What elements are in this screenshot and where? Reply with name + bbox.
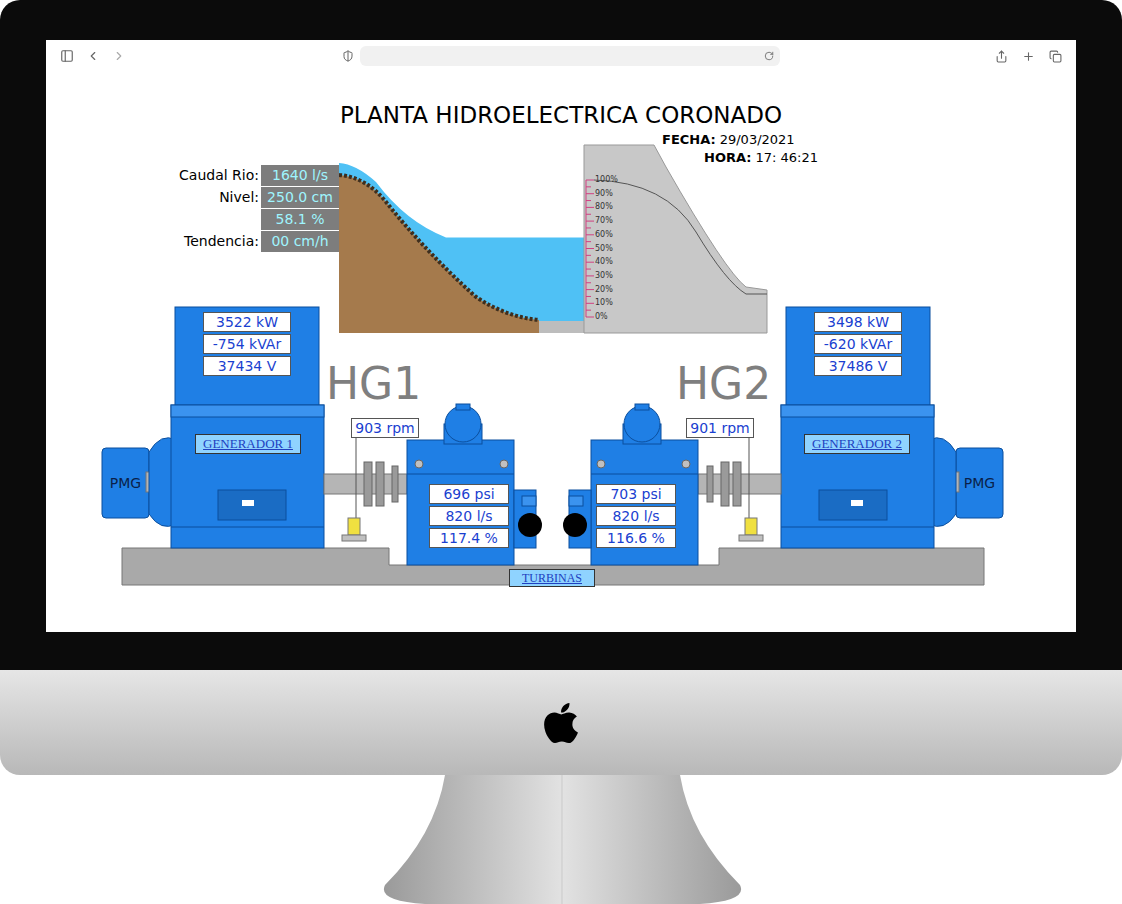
privacy-shield-icon[interactable]: [342, 50, 354, 62]
turbines-label[interactable]: TURBINAS: [509, 569, 595, 587]
river-label: Nivel:: [219, 187, 259, 208]
reactive-power: -754 kVAr: [203, 334, 291, 354]
generator-readings: 3522 kW-754 kVAr37434 V: [203, 312, 291, 376]
browser-window: PLANTA HIDROELECTRICA CORONADOFECHA:29/0…: [46, 40, 1076, 632]
river-value: 250.0 cm: [261, 187, 339, 208]
scada-diagram: PLANTA HIDROELECTRICA CORONADOFECHA:29/0…: [46, 72, 1076, 632]
scale-label: 100%: [595, 175, 618, 185]
unit-name: HG1: [326, 362, 421, 406]
river-row: Caudal Rio:1640 l/s: [106, 165, 339, 186]
turbine-readings: 703 psi820 l/s116.6 %: [596, 484, 676, 548]
address-bar[interactable]: [360, 46, 780, 66]
speed-reading: 901 rpm: [686, 418, 754, 438]
river-readings: Caudal Rio:1640 l/sNivel:250.0 cm58.1 %T…: [106, 165, 339, 252]
browser-toolbar: [46, 40, 1076, 72]
turbine-readings: 696 psi820 l/s117.4 %: [429, 484, 509, 548]
pressure: 703 psi: [596, 484, 676, 504]
reload-icon[interactable]: [764, 51, 774, 61]
scale-tick: [586, 193, 594, 194]
generator-readings: 3498 kW-620 kVAr37486 V: [814, 312, 902, 376]
back-icon[interactable]: [86, 49, 100, 63]
forward-icon[interactable]: [112, 49, 126, 63]
generator-label[interactable]: GENERADOR 1: [195, 434, 301, 454]
plant-title: PLANTA HIDROELECTRICA CORONADO: [46, 98, 1076, 133]
window-buttons: [962, 50, 1062, 63]
generator-label[interactable]: GENERADOR 2: [804, 434, 910, 454]
scale-tick: [586, 275, 594, 276]
river-value: 00 cm/h: [261, 231, 339, 252]
monitor: PLANTA HIDROELECTRICA CORONADOFECHA:29/0…: [0, 0, 1122, 670]
plant-drawing: [46, 72, 1076, 632]
scale-label: 20%: [595, 285, 613, 295]
active-power: 3498 kW: [814, 312, 902, 332]
address-area: [160, 46, 962, 66]
scale-label: 60%: [595, 230, 613, 240]
opening: 117.4 %: [429, 528, 509, 548]
pressure: 696 psi: [429, 484, 509, 504]
voltage: 37434 V: [203, 356, 291, 376]
scale-label: 0%: [595, 312, 608, 322]
time: HORA:17: 46:21: [704, 148, 818, 168]
tabs-overview-icon[interactable]: [1049, 50, 1062, 63]
imac: PLANTA HIDROELECTRICA CORONADOFECHA:29/0…: [0, 0, 1122, 904]
active-power: 3522 kW: [203, 312, 291, 332]
scale-tick: [586, 303, 594, 304]
flow: 820 l/s: [596, 506, 676, 526]
scale-tick: [586, 248, 594, 249]
speed: 901 rpm: [686, 418, 754, 438]
unit-name: HG2: [676, 362, 771, 406]
scale-label: 10%: [595, 298, 613, 308]
pmg-label: PMG: [956, 473, 1003, 494]
scale-label: 80%: [595, 202, 613, 212]
voltage: 37486 V: [814, 356, 902, 376]
speed-reading: 903 rpm: [351, 418, 419, 438]
date: FECHA:29/03/2021: [662, 130, 795, 150]
scale-label: 90%: [595, 189, 613, 199]
scale-label: 50%: [595, 244, 613, 254]
river-row: Nivel:250.0 cm: [106, 187, 339, 208]
apple-logo-icon: [538, 700, 584, 746]
scale-tick: [586, 262, 594, 263]
speed: 903 rpm: [351, 418, 419, 438]
sidebar-icon[interactable]: [60, 49, 74, 63]
new-tab-icon[interactable]: [1022, 50, 1035, 63]
monitor-stand: [0, 775, 1122, 904]
scale-tick: [586, 317, 594, 318]
reactive-power: -620 kVAr: [814, 334, 902, 354]
river-value: 58.1 %: [261, 209, 339, 230]
scale-label: 40%: [595, 257, 613, 267]
river-row: 58.1 %: [106, 209, 339, 230]
river-value: 1640 l/s: [261, 165, 339, 186]
river-label: Tendencia:: [184, 231, 259, 252]
pmg-label: PMG: [102, 473, 149, 494]
scale-label: 30%: [595, 271, 613, 281]
scale-tick: [586, 207, 594, 208]
unit-drawing: [102, 307, 542, 565]
share-icon[interactable]: [995, 50, 1008, 63]
scale-tick: [586, 221, 594, 222]
reservoir-drawing: [339, 145, 767, 333]
river-row: Tendencia:00 cm/h: [106, 231, 339, 252]
monitor-chin: [0, 670, 1122, 775]
scale-tick: [586, 289, 594, 290]
opening: 116.6 %: [596, 528, 676, 548]
scale-tick: [586, 234, 594, 235]
flow: 820 l/s: [429, 506, 509, 526]
unit-drawing: [563, 307, 1003, 565]
scale-label: 70%: [595, 216, 613, 226]
river-label: Caudal Rio:: [179, 165, 259, 186]
nav-buttons: [60, 49, 160, 63]
scale-tick: [586, 180, 594, 181]
